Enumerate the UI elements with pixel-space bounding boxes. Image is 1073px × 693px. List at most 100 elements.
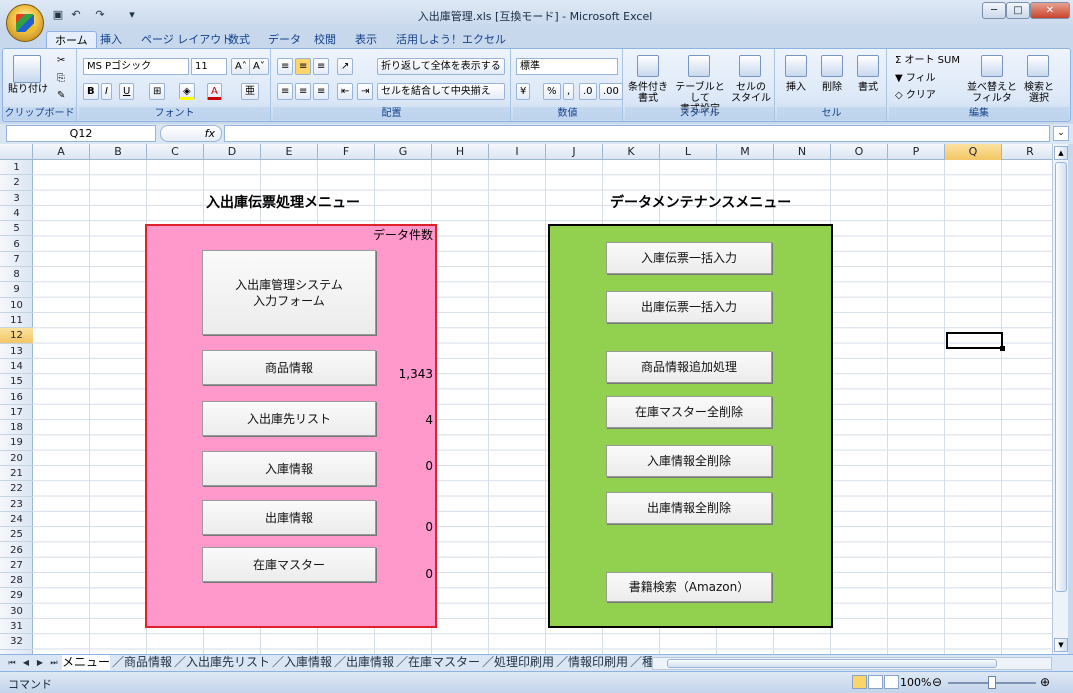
row-header-31[interactable]: 31 — [0, 619, 33, 635]
first-sheet-icon[interactable]: ⏮ — [6, 656, 18, 670]
row-header-14[interactable]: 14 — [0, 359, 33, 375]
row-header-28[interactable]: 28 — [0, 573, 33, 589]
merge-center-button[interactable]: セルを結合して中央揃え — [377, 83, 505, 100]
row-header-22[interactable]: 22 — [0, 481, 33, 497]
bold-button[interactable]: B — [83, 83, 99, 100]
wrap-text-button[interactable]: 折り返して全体を表示する — [377, 58, 505, 75]
sheet-tab-3[interactable]: ／入庫情報 — [272, 655, 332, 670]
sheet-tab-1[interactable]: ／商品情報 — [112, 655, 172, 670]
row-header-9[interactable]: 9 — [0, 282, 33, 298]
conditional-format-button[interactable]: 条件付き 書式 — [625, 82, 671, 104]
align-left-button[interactable]: ≡ — [277, 83, 294, 100]
zoom-slider-handle[interactable] — [988, 676, 996, 689]
format-painter-icon[interactable]: ✎ — [57, 90, 65, 101]
column-header-d[interactable]: D — [204, 144, 261, 160]
clear-button[interactable]: ◇ クリア — [895, 90, 936, 101]
column-header-m[interactable]: M — [717, 144, 774, 160]
row-header-19[interactable]: 19 — [0, 435, 33, 451]
row-header-5[interactable]: 5 — [0, 221, 33, 237]
normal-view-button[interactable] — [852, 675, 867, 689]
horizontal-scroll-thumb[interactable] — [667, 659, 997, 668]
column-header-i[interactable]: I — [489, 144, 546, 160]
undo-icon[interactable]: ↶ — [68, 7, 84, 23]
increase-decimal-button[interactable]: .0 — [579, 83, 597, 100]
find-select-icon[interactable] — [1027, 55, 1049, 77]
sheet-tab-8[interactable]: ／種別 — [630, 655, 652, 670]
row-header-32[interactable]: 32 — [0, 634, 33, 650]
sort-filter-button[interactable]: 並べ替えと フィルタ — [967, 82, 1017, 104]
formula-input[interactable] — [224, 125, 1050, 142]
row-header-11[interactable]: 11 — [0, 313, 33, 329]
column-header-f[interactable]: F — [318, 144, 375, 160]
vertical-scrollbar[interactable]: ▲ ▼ — [1052, 144, 1068, 654]
column-header-r[interactable]: R — [1002, 144, 1052, 160]
row-header-1[interactable]: 1 — [0, 160, 33, 176]
partner-list-button[interactable]: 入出庫先リスト — [202, 401, 376, 436]
insert-cells-icon[interactable] — [785, 55, 807, 77]
row-header-17[interactable]: 17 — [0, 405, 33, 421]
copy-icon[interactable]: ⎘ — [57, 73, 65, 84]
page-break-view-button[interactable] — [884, 675, 899, 689]
row-header-13[interactable]: 13 — [0, 344, 33, 359]
maximize-button[interactable]: □ — [1006, 2, 1030, 19]
column-header-p[interactable]: P — [888, 144, 945, 160]
find-select-button[interactable]: 検索と 選択 — [1017, 82, 1061, 104]
office-button[interactable] — [6, 4, 44, 42]
fill-button[interactable]: ▼ フィル — [895, 73, 936, 84]
row-header-29[interactable]: 29 — [0, 588, 33, 604]
font-name-select[interactable]: MS Pゴシック — [83, 58, 189, 75]
tab-formulas[interactable]: 数式 — [220, 31, 258, 48]
column-header-n[interactable]: N — [774, 144, 831, 160]
close-button[interactable]: ✕ — [1030, 2, 1070, 19]
column-header-c[interactable]: C — [147, 144, 204, 160]
sheet-tab-7[interactable]: ／情報印刷用 — [556, 655, 628, 670]
shipment-info-button[interactable]: 出庫情報 — [202, 500, 376, 535]
format-cells-button[interactable]: 書式 — [851, 82, 885, 93]
page-layout-view-button[interactable] — [868, 675, 883, 689]
sheet-tab-5[interactable]: ／在庫マスター — [396, 655, 480, 670]
column-header-g[interactable]: G — [375, 144, 432, 160]
orientation-button[interactable]: ↗ — [337, 58, 354, 75]
column-header-o[interactable]: O — [831, 144, 888, 160]
tab-insert[interactable]: 挿入 — [92, 31, 130, 48]
tab-home[interactable]: ホーム — [46, 31, 97, 48]
tab-addin[interactable]: 活用しよう！エクセル — [388, 31, 514, 48]
name-box[interactable]: Q12 — [6, 125, 156, 142]
delete-shipment-info-button[interactable]: 出庫情報全削除 — [606, 492, 772, 524]
cell-styles-icon[interactable] — [739, 55, 761, 77]
sheet-tab-4[interactable]: ／出庫情報 — [334, 655, 394, 670]
cut-icon[interactable]: ✂ — [57, 55, 65, 66]
stock-master-button[interactable]: 在庫マスター — [202, 547, 376, 582]
minimize-button[interactable]: ─ — [982, 2, 1006, 19]
paste-button[interactable]: 貼り付け — [5, 84, 51, 95]
phonetic-button[interactable]: 亜 — [241, 83, 259, 100]
number-format-select[interactable]: 標準 — [516, 58, 618, 75]
column-header-j[interactable]: J — [546, 144, 603, 160]
row-header-30[interactable]: 30 — [0, 604, 33, 619]
column-header-l[interactable]: L — [660, 144, 717, 160]
column-header-k[interactable]: K — [603, 144, 660, 160]
border-button[interactable]: ⊞ — [149, 83, 166, 100]
row-header-2[interactable]: 2 — [0, 175, 33, 191]
row-header-18[interactable]: 18 — [0, 420, 33, 436]
row-header-7[interactable]: 7 — [0, 252, 33, 268]
align-right-button[interactable]: ≡ — [313, 83, 330, 100]
expand-formula-bar-icon[interactable]: ⌄ — [1053, 126, 1069, 141]
row-header-12[interactable]: 12 — [0, 328, 33, 344]
row-header-27[interactable]: 27 — [0, 558, 33, 574]
sheet-tab-0[interactable]: メニュー — [62, 655, 111, 670]
qat-customize-icon[interactable]: ▾ — [124, 7, 140, 23]
selected-cell-q12[interactable] — [946, 332, 1005, 351]
add-product-info-button[interactable]: 商品情報追加処理 — [606, 351, 772, 383]
underline-button[interactable]: U — [119, 83, 135, 100]
conditional-format-icon[interactable] — [637, 55, 659, 77]
select-all-corner[interactable] — [0, 144, 33, 160]
column-header-a[interactable]: A — [33, 144, 90, 160]
receipt-info-button[interactable]: 入庫情報 — [202, 451, 376, 486]
row-header-21[interactable]: 21 — [0, 466, 33, 482]
zoom-out-icon[interactable]: ⊖ — [932, 675, 942, 689]
column-header-b[interactable]: B — [90, 144, 147, 160]
align-top-button[interactable]: ≡ — [277, 58, 294, 75]
vertical-scroll-thumb[interactable] — [1055, 162, 1067, 592]
product-info-button[interactable]: 商品情報 — [202, 350, 376, 385]
